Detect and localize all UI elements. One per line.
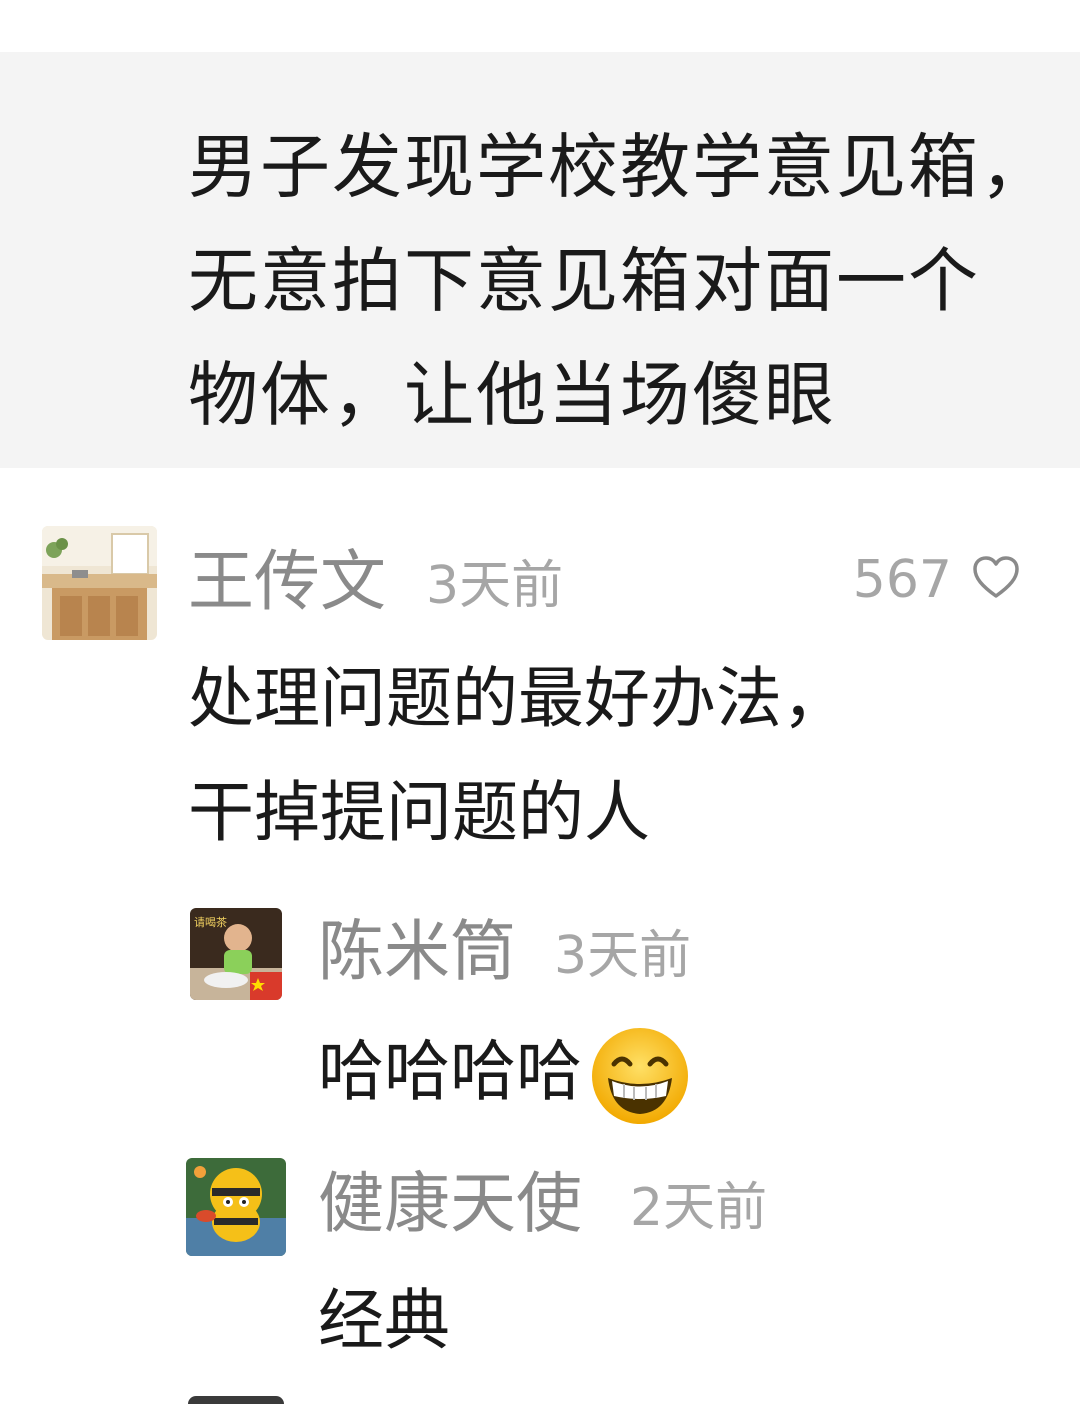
bee-character-avatar	[186, 1158, 286, 1256]
reply-time: 2天前	[630, 1178, 768, 1238]
heart-icon[interactable]	[972, 556, 1020, 600]
next-reply-avatar-partial[interactable]	[188, 1396, 284, 1404]
reply-time: 3天前	[554, 926, 692, 986]
child-photo-avatar: 请喝茶	[190, 908, 282, 1000]
reply-username[interactable]: 陈米筒	[318, 912, 516, 992]
avatar-caption: 请喝茶	[194, 916, 227, 929]
comment-time: 3天前	[426, 556, 564, 616]
kitchen-photo-avatar	[42, 526, 157, 640]
article-title: 男子发现学校教学意见箱， 无意拍下意见箱对面一个 物体，让他当场傻眼	[188, 126, 1052, 436]
reply-text: 经典	[318, 1282, 450, 1359]
reply-avatar[interactable]	[186, 1158, 286, 1256]
grinning-face-emoji	[592, 1028, 688, 1124]
reply-text: 哈哈哈哈	[318, 1024, 692, 1128]
comment-username[interactable]: 王传文	[188, 542, 386, 622]
like-count: 567	[852, 550, 952, 610]
reply-avatar[interactable]: 请喝茶	[190, 908, 282, 1000]
article-quote-card[interactable]: 男子发现学校教学意见箱， 无意拍下意见箱对面一个 物体，让他当场傻眼	[0, 52, 1080, 468]
reply-username[interactable]: 健康天使	[318, 1164, 582, 1244]
top-strip	[0, 0, 1080, 52]
comment-avatar[interactable]	[42, 526, 157, 640]
comment-text: 处理问题的最好办法， 干掉提问题的人	[188, 660, 848, 851]
reply-text-content: 哈哈哈哈	[318, 1033, 582, 1111]
